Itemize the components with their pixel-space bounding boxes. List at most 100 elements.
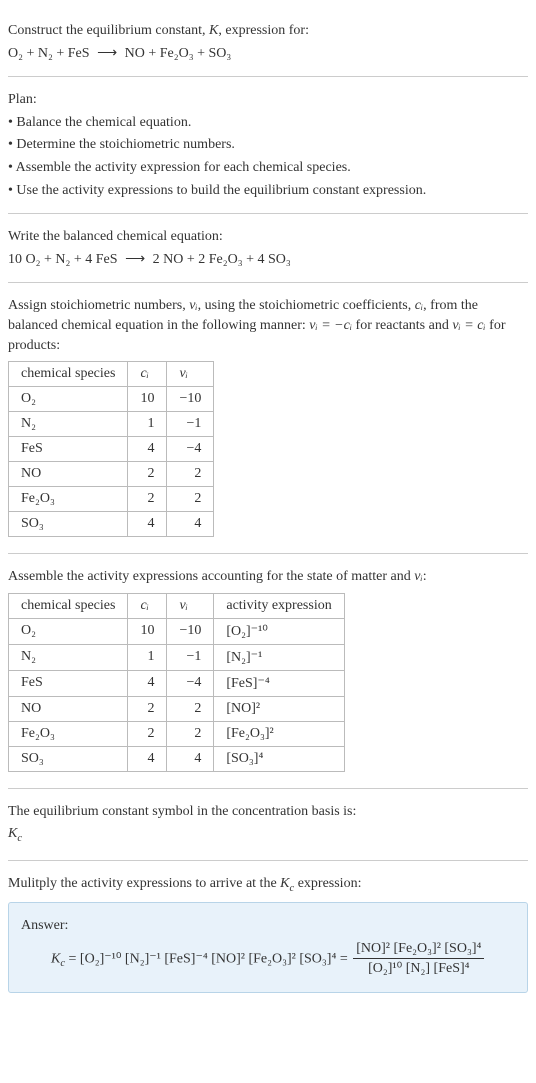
- col-ci: cᵢ: [128, 593, 167, 618]
- table-row: NO22[NO]²: [9, 696, 345, 721]
- balanced-title: Write the balanced chemical equation:: [8, 227, 528, 247]
- c-symbol: cᵢ: [415, 298, 423, 313]
- cell-ci: 4: [128, 512, 167, 537]
- col-species: chemical species: [9, 593, 128, 618]
- cell-vi: −1: [167, 644, 214, 670]
- intro-section: Construct the equilibrium constant, K, e…: [8, 8, 528, 77]
- kc-symbol-line: Kc: [8, 824, 528, 846]
- cell-activity: [O₂]⁻¹⁰: [214, 618, 344, 644]
- table-row: Fe₂O₃22[Fe₂O₃]²: [9, 721, 345, 746]
- rule1: νᵢ = −cᵢ: [309, 318, 352, 333]
- balanced-lhs: 10 O₂ + N₂ + 4 FeS: [8, 252, 118, 267]
- col-vi: νᵢ: [167, 593, 214, 618]
- cell-vi: −10: [167, 618, 214, 644]
- balanced-section: Write the balanced chemical equation: 10…: [8, 214, 528, 283]
- stoich-section: Assign stoichiometric numbers, νᵢ, using…: [8, 283, 528, 554]
- cell-species: NO: [9, 696, 128, 721]
- stoich-text-d: for reactants and: [352, 318, 452, 333]
- cell-ci: 10: [128, 387, 167, 412]
- eq-lhs: O₂ + N₂ + FeS: [8, 46, 90, 61]
- cell-activity: [NO]²: [214, 696, 344, 721]
- cell-species: Fe₂O₃: [9, 721, 128, 746]
- activity-section: Assemble the activity expressions accoun…: [8, 554, 528, 789]
- nu-symbol: νᵢ: [414, 569, 422, 584]
- rule2: νᵢ = cᵢ: [452, 318, 485, 333]
- fraction-numerator: [NO]² [Fe₂O₃]² [SO₃]⁴: [353, 939, 484, 960]
- table-header-row: chemical species cᵢ νᵢ activity expressi…: [9, 593, 345, 618]
- cell-species: Fe₂O₃: [9, 487, 128, 512]
- table-row: SO₃44: [9, 512, 214, 537]
- table-row: N₂1−1[N₂]⁻¹: [9, 644, 345, 670]
- balanced-rhs: 2 NO + 2 Fe₂O₃ + 4 SO₃: [153, 252, 291, 267]
- intro-text-post: , expression for:: [218, 23, 309, 38]
- table-row: Fe₂O₃22: [9, 487, 214, 512]
- table-row: FeS4−4[FeS]⁻⁴: [9, 670, 345, 696]
- kc-eq-symbol: K: [51, 951, 60, 966]
- cell-vi: 4: [167, 512, 214, 537]
- cell-vi: −10: [167, 387, 214, 412]
- cell-ci: 4: [128, 670, 167, 696]
- arrow-icon: ⟶: [97, 44, 117, 64]
- activity-intro: Assemble the activity expressions accoun…: [8, 567, 528, 587]
- final-section: Mulitply the activity expressions to arr…: [8, 861, 528, 1003]
- plan-item-2: • Determine the stoichiometric numbers.: [8, 135, 528, 155]
- symbol-title: The equilibrium constant symbol in the c…: [8, 802, 528, 822]
- cell-ci: 2: [128, 462, 167, 487]
- final-text-a: Mulitply the activity expressions to arr…: [8, 876, 280, 891]
- arrow-icon: ⟶: [125, 250, 145, 270]
- final-title: Mulitply the activity expressions to arr…: [8, 874, 528, 896]
- cell-vi: 2: [167, 462, 214, 487]
- stoich-table: chemical species cᵢ νᵢ O₂10−10 N₂1−1 FeS…: [8, 361, 214, 537]
- cell-ci: 10: [128, 618, 167, 644]
- cell-ci: 1: [128, 644, 167, 670]
- intro-equation: O₂ + N₂ + FeS ⟶ NO + Fe₂O₃ + SO₃: [8, 44, 528, 64]
- cell-species: FeS: [9, 437, 128, 462]
- answer-box: Answer: Kc = [O₂]⁻¹⁰ [N₂]⁻¹ [FeS]⁻⁴ [NO]…: [8, 902, 528, 993]
- cell-vi: 4: [167, 746, 214, 771]
- cell-activity: [FeS]⁻⁴: [214, 670, 344, 696]
- cell-species: FeS: [9, 670, 128, 696]
- nu-symbol: νᵢ: [189, 298, 197, 313]
- intro-line: Construct the equilibrium constant, K, e…: [8, 21, 528, 41]
- cell-vi: 2: [167, 487, 214, 512]
- cell-activity: [SO₃]⁴: [214, 746, 344, 771]
- plan-item-1: • Balance the chemical equation.: [8, 113, 528, 133]
- final-text-b: expression:: [294, 876, 361, 891]
- cell-species: N₂: [9, 412, 128, 437]
- balanced-equation: 10 O₂ + N₂ + 4 FeS ⟶ 2 NO + 2 Fe₂O₃ + 4 …: [8, 250, 528, 270]
- plan-item-3: • Assemble the activity expression for e…: [8, 158, 528, 178]
- stoich-text-a: Assign stoichiometric numbers,: [8, 298, 189, 313]
- intro-text-pre: Construct the equilibrium constant,: [8, 23, 209, 38]
- equals-1: =: [65, 951, 80, 966]
- answer-expression: Kc = [O₂]⁻¹⁰ [N₂]⁻¹ [FeS]⁻⁴ [NO]² [Fe₂O₃…: [51, 939, 515, 979]
- cell-vi: 2: [167, 696, 214, 721]
- table-row: O₂10−10[O₂]⁻¹⁰: [9, 618, 345, 644]
- kc-symbol: K: [8, 826, 17, 841]
- equals-2: =: [336, 951, 351, 966]
- table-header-row: chemical species cᵢ νᵢ: [9, 362, 214, 387]
- table-row: FeS4−4: [9, 437, 214, 462]
- plan-title: Plan:: [8, 90, 528, 110]
- cell-species: SO₃: [9, 512, 128, 537]
- cell-species: O₂: [9, 387, 128, 412]
- product-expression: [O₂]⁻¹⁰ [N₂]⁻¹ [FeS]⁻⁴ [NO]² [Fe₂O₃]² [S…: [80, 951, 336, 966]
- col-ci: cᵢ: [128, 362, 167, 387]
- kc-sub: c: [17, 833, 22, 844]
- cell-ci: 2: [128, 487, 167, 512]
- cell-vi: 2: [167, 721, 214, 746]
- cell-species: NO: [9, 462, 128, 487]
- table-row: N₂1−1: [9, 412, 214, 437]
- col-species: chemical species: [9, 362, 128, 387]
- cell-species: O₂: [9, 618, 128, 644]
- table-row: O₂10−10: [9, 387, 214, 412]
- k-symbol: K: [209, 23, 218, 38]
- cell-ci: 1: [128, 412, 167, 437]
- symbol-section: The equilibrium constant symbol in the c…: [8, 789, 528, 861]
- cell-species: N₂: [9, 644, 128, 670]
- activity-table: chemical species cᵢ νᵢ activity expressi…: [8, 593, 345, 772]
- col-vi: νᵢ: [167, 362, 214, 387]
- cell-vi: −4: [167, 670, 214, 696]
- plan-section: Plan: • Balance the chemical equation. •…: [8, 77, 528, 214]
- eq-rhs: NO + Fe₂O₃ + SO₃: [125, 46, 232, 61]
- cell-ci: 4: [128, 437, 167, 462]
